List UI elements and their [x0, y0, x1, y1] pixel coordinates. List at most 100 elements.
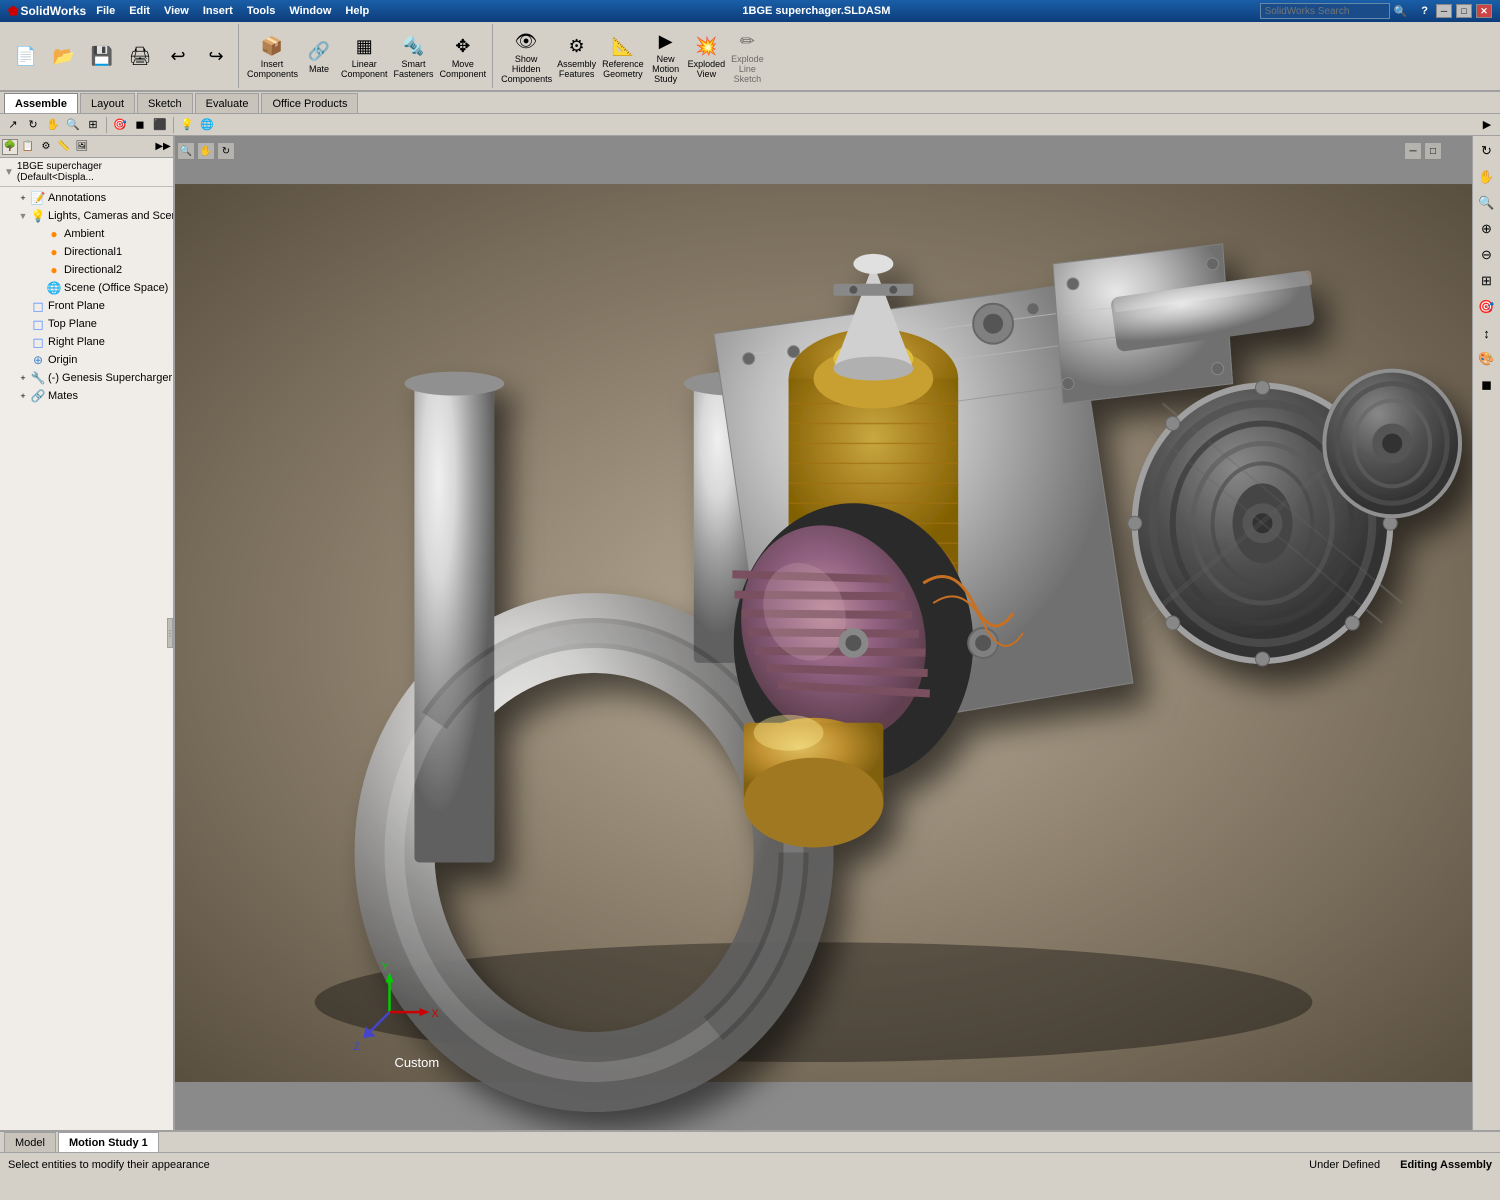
vp-zoom-btn[interactable]: 🔍: [177, 142, 195, 160]
tree-ambient[interactable]: ● Ambient: [0, 225, 173, 243]
expand-tree-btn[interactable]: ▶▶: [155, 139, 171, 155]
close-btn[interactable]: ✕: [1476, 4, 1492, 18]
menu-tools[interactable]: Tools: [243, 5, 280, 17]
linear-component-label: LinearComponent: [341, 60, 388, 80]
assembly-features-btn[interactable]: ⚙ AssemblyFeatures: [555, 25, 598, 87]
view-orient-btn[interactable]: 🎯: [111, 116, 129, 134]
new-btn[interactable]: 📄: [8, 40, 44, 72]
rotate-btn[interactable]: ↻: [24, 116, 42, 134]
open-btn[interactable]: 📂: [46, 40, 82, 72]
tab-bar: Assemble Layout Sketch Evaluate Office P…: [0, 92, 1500, 114]
right-view-btn[interactable]: 🎯: [1476, 296, 1498, 318]
title-bar-right: 🔍 ? ─ □ ✕: [1260, 3, 1492, 19]
menu-file[interactable]: File: [92, 5, 119, 17]
tab-evaluate[interactable]: Evaluate: [195, 93, 260, 113]
tree-top-plane[interactable]: ◻ Top Plane: [0, 315, 173, 333]
vp-rotate-btn[interactable]: ↻: [217, 142, 235, 160]
vp-minimize-btn[interactable]: ─: [1404, 142, 1422, 160]
menu-window[interactable]: Window: [285, 5, 335, 17]
tab-office-products[interactable]: Office Products: [261, 93, 358, 113]
exploded-view-icon: 💥: [692, 32, 720, 60]
directional2-label: Directional2: [62, 264, 122, 276]
config-manager-btn[interactable]: ⚙: [38, 139, 54, 155]
save-btn[interactable]: 💾: [84, 40, 120, 72]
new-icon: 📄: [12, 42, 40, 70]
new-motion-study-btn[interactable]: ▶ NewMotionStudy: [648, 25, 684, 87]
explode-line-btn[interactable]: ✏ ExplodeLineSketch: [729, 25, 766, 87]
search-icon[interactable]: 🔍: [1394, 5, 1408, 18]
bottom-tabs: Model Motion Study 1: [0, 1130, 1500, 1152]
exploded-view-btn[interactable]: 💥 ExplodedView: [686, 25, 728, 87]
smart-fasteners-btn[interactable]: 🔩 SmartFasteners: [392, 30, 436, 82]
vp-pan-btn[interactable]: ✋: [197, 142, 215, 160]
tree-front-plane[interactable]: ◻ Front Plane: [0, 297, 173, 315]
lights-btn[interactable]: 💡: [178, 116, 196, 134]
pan-btn[interactable]: ✋: [44, 116, 62, 134]
panel-toolbar: 🌳 📋 ⚙ 📏 🖼 ▶▶: [0, 136, 173, 158]
right-normal-btn[interactable]: ↕: [1476, 322, 1498, 344]
help-btn[interactable]: ?: [1421, 5, 1428, 17]
tab-sketch[interactable]: Sketch: [137, 93, 193, 113]
right-appearance-btn[interactable]: 🎨: [1476, 348, 1498, 370]
zoom-fit-btn[interactable]: ⊞: [84, 116, 102, 134]
linear-component-btn[interactable]: ▦ LinearComponent: [339, 30, 390, 82]
right-zoomfit-btn[interactable]: ⊞: [1476, 270, 1498, 292]
section-view-btn[interactable]: ⬛: [151, 116, 169, 134]
maximize-btn[interactable]: □: [1456, 4, 1472, 18]
menu-help[interactable]: Help: [341, 5, 373, 17]
show-hidden-btn[interactable]: 👁 ShowHiddenComponents: [499, 25, 553, 87]
insert-components-btn[interactable]: 📦 InsertComponents: [245, 30, 299, 82]
toolbar-assemble: 📦 InsertComponents 🔗 Mate ▦ LinearCompon…: [241, 24, 493, 88]
title-bar: ⬟ SolidWorks File Edit View Insert Tools…: [0, 0, 1500, 22]
tree-annotations[interactable]: + 📝 Annotations: [0, 189, 173, 207]
panel-splitter[interactable]: ⋮: [167, 618, 173, 648]
expand-icon: [32, 263, 46, 277]
right-section-btn[interactable]: ◼: [1476, 374, 1498, 396]
vp-maximize-btn[interactable]: □: [1424, 142, 1442, 160]
menu-view[interactable]: View: [160, 5, 193, 17]
secondary-toolbar: ↗ ↻ ✋ 🔍 ⊞ 🎯 ◼ ⬛ 💡 🌐 ▶: [0, 114, 1500, 136]
bottom-tab-motion-study[interactable]: Motion Study 1: [58, 1132, 159, 1152]
viewport[interactable]: Custom X Y Z 🔍 ✋ ↻: [175, 136, 1472, 1130]
display-style-btn[interactable]: ◼: [131, 116, 149, 134]
menu-edit[interactable]: Edit: [125, 5, 154, 17]
scene-btn[interactable]: 🌐: [198, 116, 216, 134]
right-zoom-btn[interactable]: 🔍: [1476, 192, 1498, 214]
tree-directional1[interactable]: ● Directional1: [0, 243, 173, 261]
search-input[interactable]: [1260, 3, 1390, 19]
mate-label: Mate: [309, 65, 329, 75]
expand-icon: [16, 335, 30, 349]
undo-icon: ↩: [164, 42, 192, 70]
right-zoomout-btn[interactable]: ⊖: [1476, 244, 1498, 266]
zoom-btn[interactable]: 🔍: [64, 116, 82, 134]
print-btn[interactable]: 🖨: [122, 40, 158, 72]
select-btn[interactable]: ↗: [4, 116, 22, 134]
tree-scene[interactable]: 🌐 Scene (Office Space): [0, 279, 173, 297]
tree-origin[interactable]: ⊕ Origin: [0, 351, 173, 369]
expand-panel-btn[interactable]: ▶: [1478, 116, 1496, 134]
tree-lights[interactable]: ▼ 💡 Lights, Cameras and Scene: [0, 207, 173, 225]
tree-genesis[interactable]: + 🔧 (-) Genesis Supercharger Final: [0, 369, 173, 387]
undo-btn[interactable]: ↩: [160, 40, 196, 72]
bottom-tab-model[interactable]: Model: [4, 1132, 56, 1152]
right-zoomin-btn[interactable]: ⊕: [1476, 218, 1498, 240]
property-manager-btn[interactable]: 📋: [20, 139, 36, 155]
tree-right-plane[interactable]: ◻ Right Plane: [0, 333, 173, 351]
mate-btn[interactable]: 🔗 Mate: [301, 30, 337, 82]
menu-insert[interactable]: Insert: [199, 5, 237, 17]
right-pan-btn[interactable]: ✋: [1476, 166, 1498, 188]
reference-geometry-btn[interactable]: 📐 ReferenceGeometry: [600, 25, 646, 87]
dimxpert-btn[interactable]: 📏: [56, 139, 72, 155]
display-manager-btn[interactable]: 🖼: [74, 139, 90, 155]
tab-assemble[interactable]: Assemble: [4, 93, 78, 113]
move-component-btn[interactable]: ✥ MoveComponent: [438, 30, 489, 82]
tree-mates[interactable]: + 🔗 Mates: [0, 387, 173, 405]
feature-manager-btn[interactable]: 🌳: [2, 139, 18, 155]
minimize-btn[interactable]: ─: [1436, 4, 1452, 18]
tab-layout[interactable]: Layout: [80, 93, 135, 113]
redo-btn[interactable]: ↪: [198, 40, 234, 72]
right-plane-icon: ◻: [30, 334, 46, 350]
tree-directional2[interactable]: ● Directional2: [0, 261, 173, 279]
right-rotate-btn[interactable]: ↻: [1476, 140, 1498, 162]
genesis-label: (-) Genesis Supercharger Final: [46, 372, 173, 384]
